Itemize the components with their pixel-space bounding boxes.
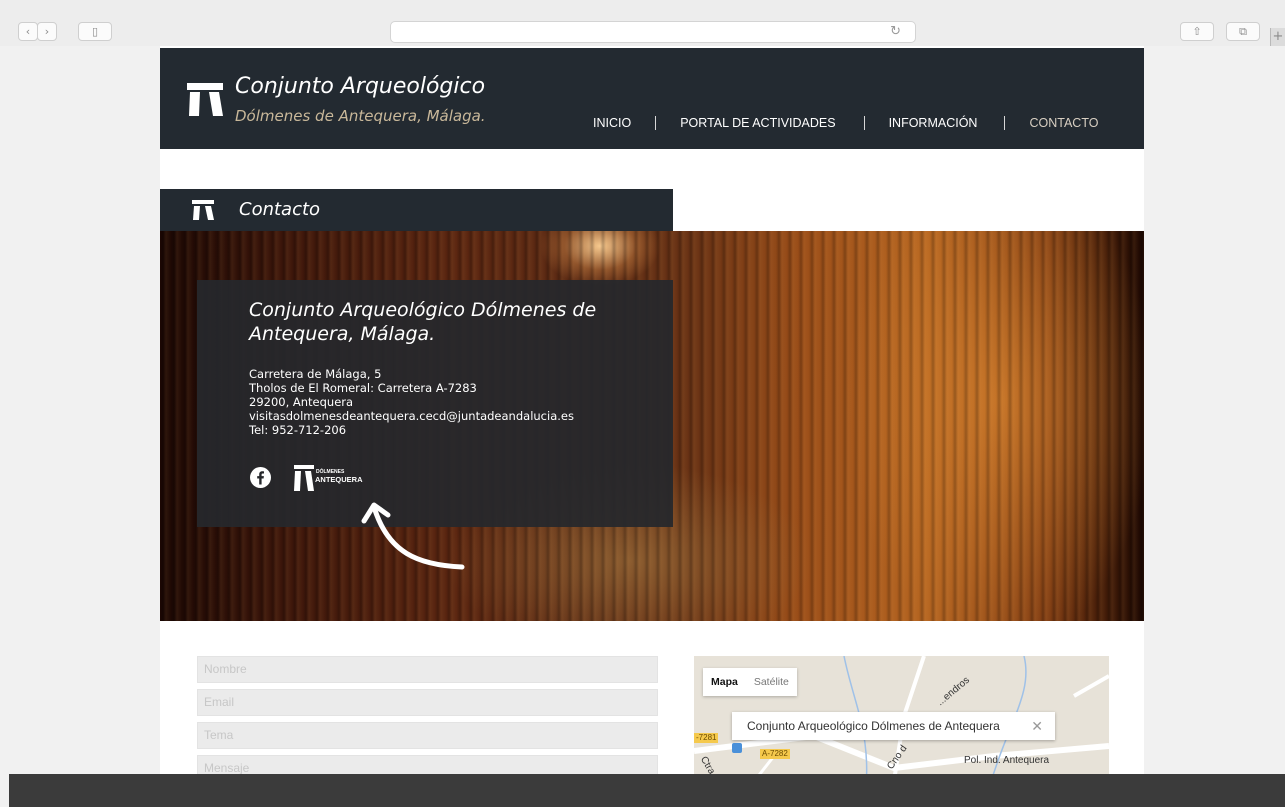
site-subtitle: Dólmenes de Antequera, Málaga. [235, 107, 486, 125]
nav-informacion[interactable]: INFORMACIÓN [889, 116, 978, 130]
bottom-overlay-bar [9, 774, 1285, 807]
section-title: Contacto [239, 199, 321, 220]
address-line: Carretera de Málaga, 5 [249, 367, 382, 381]
map-label-pol-ind: Pol. Ind. Antequera [964, 755, 1050, 766]
tabs-button[interactable]: ⧉ [1226, 22, 1260, 41]
dolmenes-brand-logo[interactable]: DÓLMENES ANTEQUERA [294, 464, 363, 492]
nav-divider [1004, 116, 1006, 130]
logo-word-antequera: ANTEQUERA [315, 475, 363, 484]
nav-divider [863, 116, 865, 130]
new-tab-button[interactable]: + [1270, 28, 1285, 46]
dolmen-icon [192, 200, 214, 220]
facebook-icon[interactable] [250, 467, 271, 488]
map-info-window: Conjunto Arqueológico Dólmenes de Antequ… [732, 712, 1055, 740]
road-label-7281: -7281 [694, 733, 719, 743]
nav-divider [655, 116, 657, 130]
card-title: Conjunto Arqueológico Dólmenes de Antequ… [249, 299, 597, 345]
nav-contacto[interactable]: CONTACTO [1029, 116, 1098, 130]
map-tab-mapa[interactable]: Mapa [703, 668, 746, 696]
reload-icon[interactable]: ↻ [890, 24, 901, 39]
contact-details: Carretera de Málaga, 5 Tholos de El Rome… [249, 367, 574, 437]
road-label-a7282: A-7282 [760, 749, 790, 759]
forward-button[interactable]: › [37, 22, 57, 41]
phone-line[interactable]: Tel: 952-712-206 [249, 423, 574, 437]
nav-portal-actividades[interactable]: PORTAL DE ACTIVIDADES [680, 116, 835, 130]
main-nav: INICIO PORTAL DE ACTIVIDADES INFORMACIÓN… [593, 116, 1098, 130]
map-info-title: Conjunto Arqueológico Dólmenes de Antequ… [747, 719, 1000, 733]
tholos-line: Tholos de El Romeral: Carretera A-7283 [249, 381, 477, 395]
browser-toolbar: ‹ › ▯ ↻ ⇧ ⧉ + [0, 0, 1285, 46]
nav-inicio[interactable]: INICIO [593, 116, 631, 130]
web-page: Conjunto Arqueológico Dólmenes de Antequ… [160, 46, 1144, 807]
map-type-toggle: Mapa Satélite [703, 668, 797, 696]
dolmen-icon [294, 465, 314, 491]
address-bar[interactable]: ↻ [390, 21, 916, 43]
site-header: Conjunto Arqueológico Dólmenes de Antequ… [160, 48, 1144, 149]
name-input[interactable]: Nombre [197, 656, 658, 683]
site-title[interactable]: Conjunto Arqueológico [235, 74, 485, 99]
hero-image: Conjunto Arqueológico Dólmenes de Antequ… [160, 231, 1144, 621]
dolmen-logo-icon[interactable] [187, 82, 223, 116]
email-input[interactable]: Email [197, 689, 658, 716]
back-button[interactable]: ‹ [18, 22, 38, 41]
sidebar-toggle-button[interactable]: ▯ [78, 22, 112, 41]
bus-stop-icon [732, 743, 742, 753]
arrow-icon [361, 502, 465, 570]
postal-line: 29200, Antequera [249, 395, 354, 409]
contact-info-card: Conjunto Arqueológico Dólmenes de Antequ… [197, 280, 673, 527]
subject-input[interactable]: Tema [197, 722, 658, 749]
email-link[interactable]: visitasdolmenesdeantequera.cecd@juntadea… [249, 409, 574, 423]
section-heading-bar: Contacto [160, 189, 673, 231]
map-tab-satelite[interactable]: Satélite [746, 668, 797, 696]
share-button[interactable]: ⇧ [1180, 22, 1214, 41]
close-icon[interactable]: ✕ [1031, 712, 1043, 740]
